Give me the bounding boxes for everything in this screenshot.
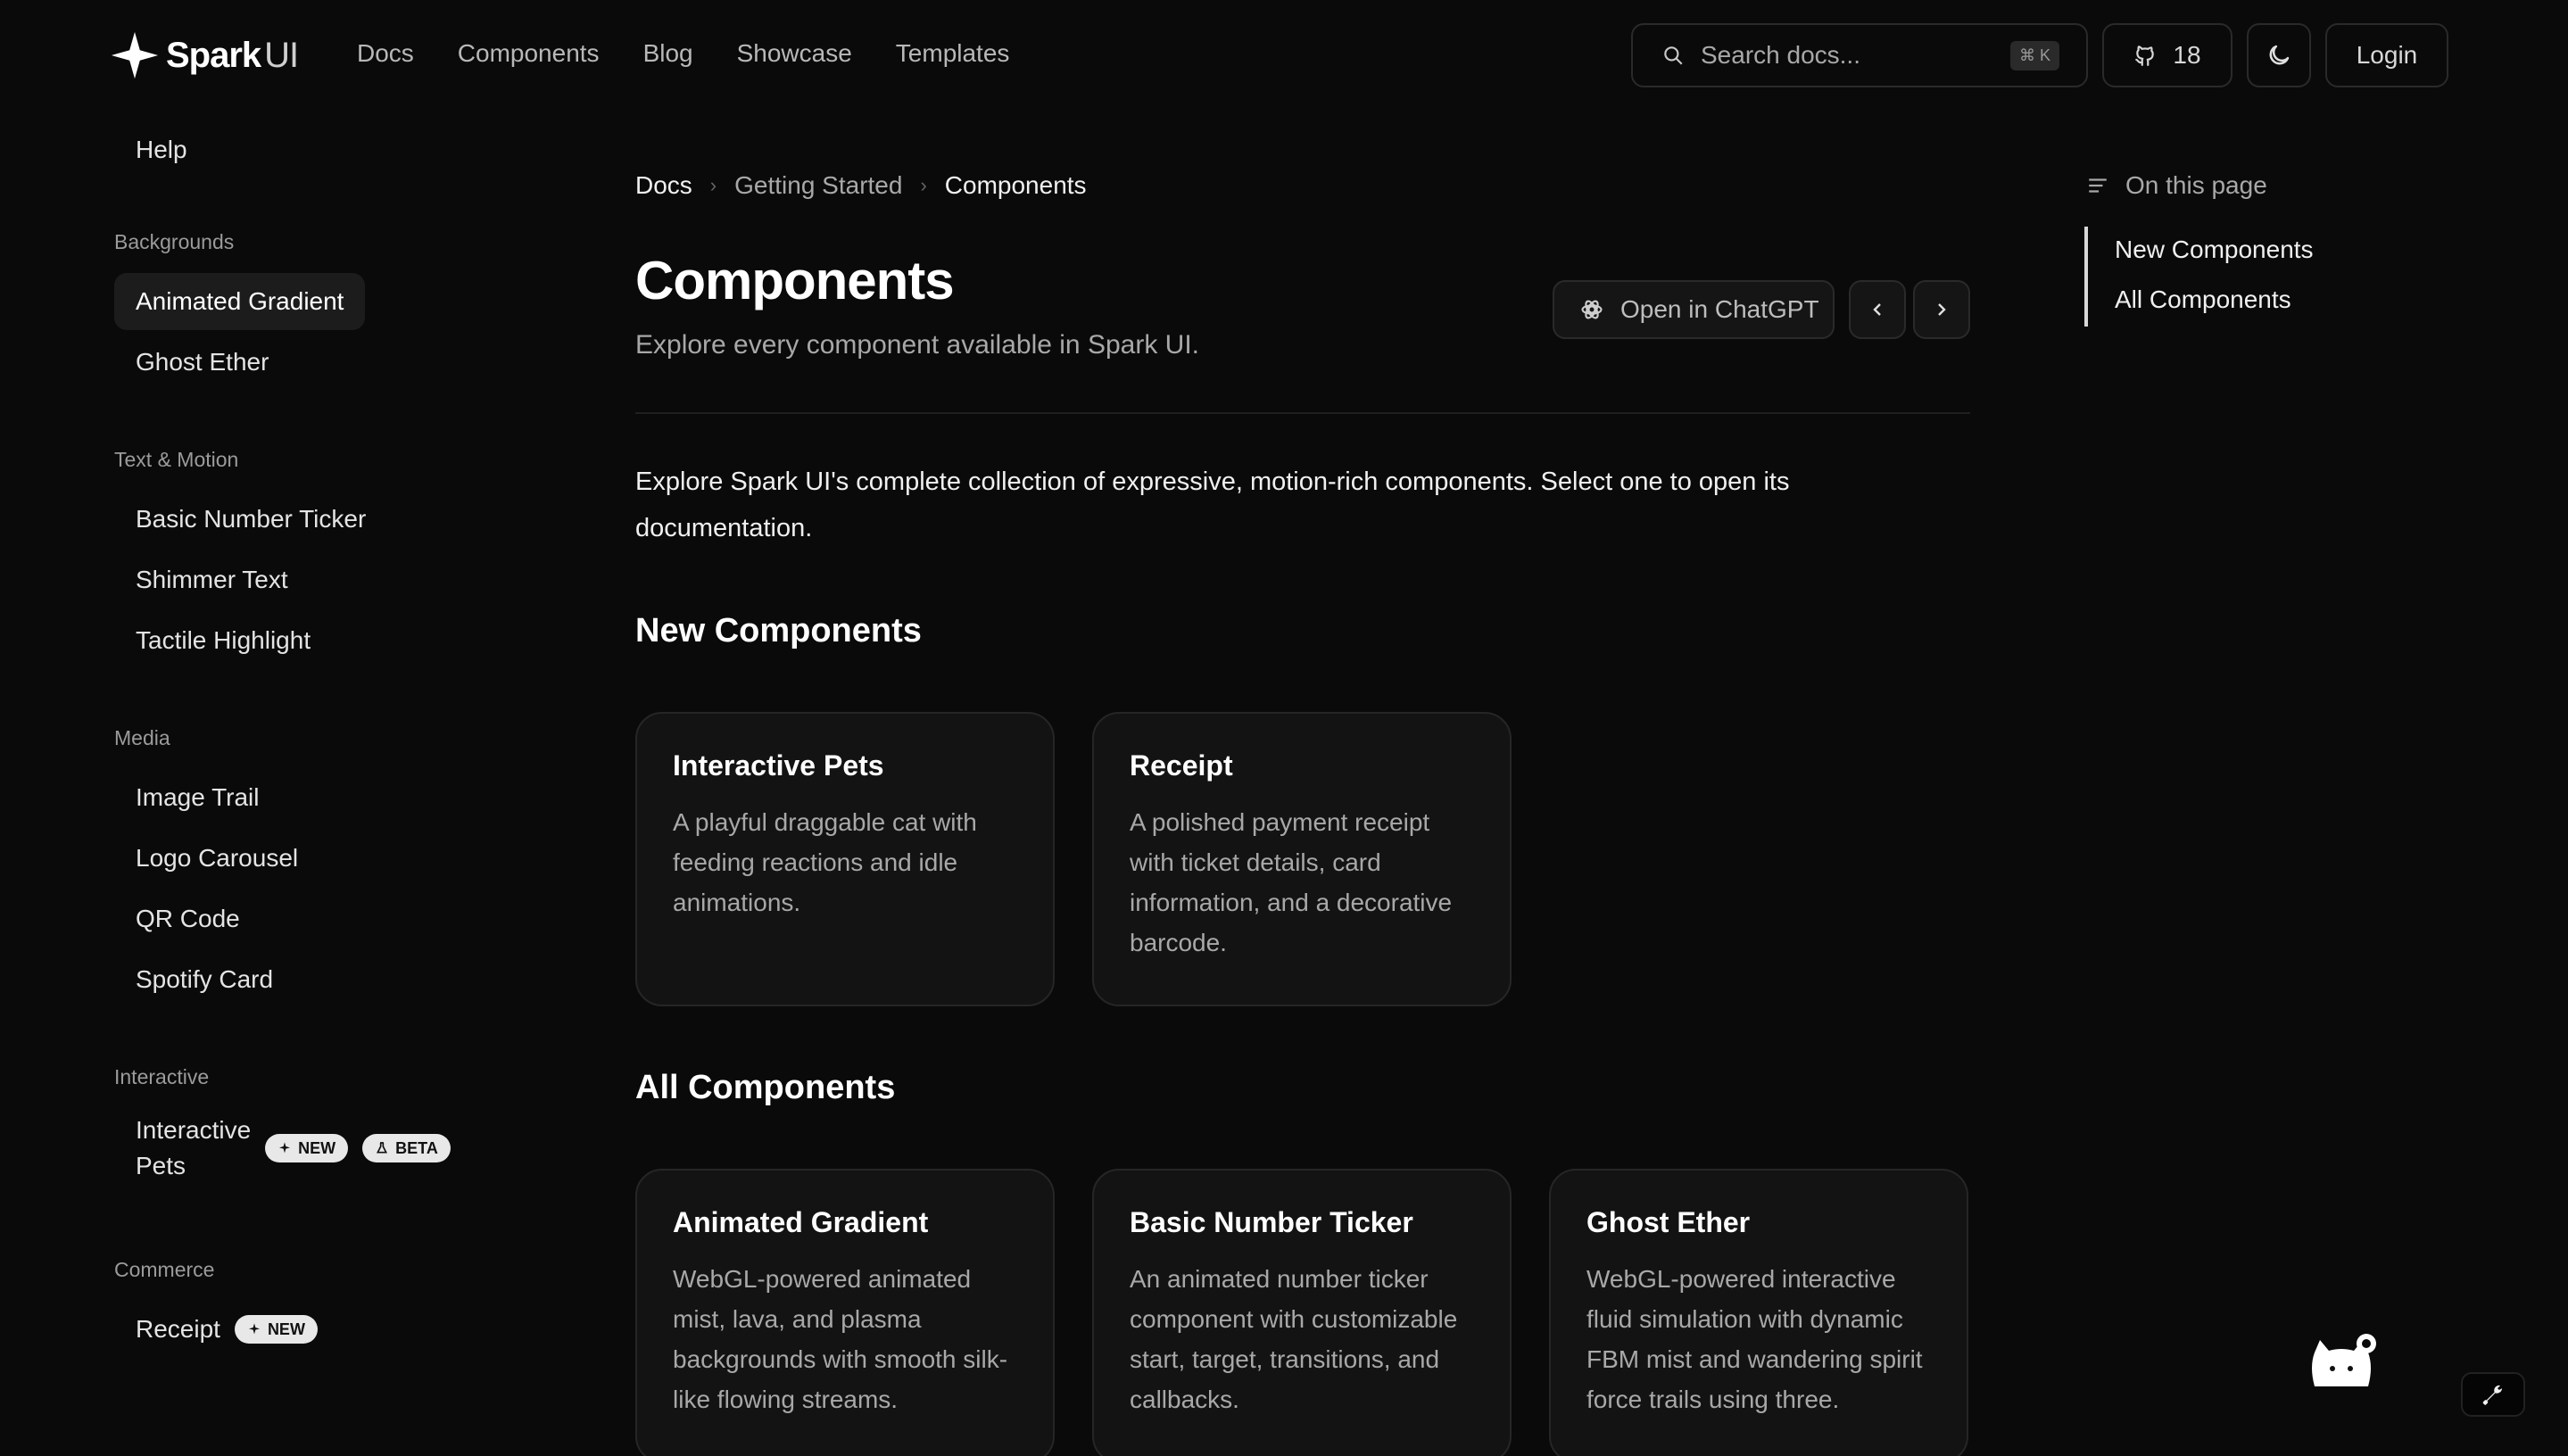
card-title: Interactive Pets (673, 749, 884, 782)
sidebar-item-tactile-highlight[interactable]: Tactile Highlight (114, 612, 332, 669)
sidebar-item-label: Receipt (136, 1315, 220, 1343)
nav-blog[interactable]: Blog (643, 39, 693, 68)
component-card-animated-gradient[interactable]: Animated Gradient WebGL-powered animated… (635, 1169, 1055, 1456)
page: Spark UI Docs Components Blog Showcase Te… (0, 0, 2568, 1456)
card-description: A playful draggable cat with feeding rea… (673, 808, 977, 916)
sidebar-item-help[interactable]: Help (114, 121, 209, 178)
page-subtitle: Explore every component available in Spa… (635, 330, 1199, 360)
main-nav: Docs Components Blog Showcase Templates (357, 39, 1009, 68)
divider (635, 412, 1970, 414)
sidebar-item-shimmer-text[interactable]: Shimmer Text (114, 551, 310, 608)
sidebar-item-animated-gradient[interactable]: Animated Gradient (114, 273, 366, 330)
chevron-right-icon (1938, 303, 1946, 316)
top-header: Spark UI Docs Components Blog Showcase Te… (0, 0, 2568, 111)
sidebar-item-qr-code[interactable]: QR Code (114, 890, 261, 947)
open-in-chatgpt-button[interactable]: Open in ChatGPT (1553, 280, 1835, 339)
toc-active-indicator (2084, 227, 2088, 327)
spark-logo-icon (111, 31, 159, 79)
toc-item-all-components[interactable]: All Components (2115, 285, 2291, 314)
component-card-basic-number-ticker[interactable]: Basic Number Ticker An animated number t… (1092, 1169, 1512, 1456)
toc-item-new-components[interactable]: New Components (2115, 236, 2314, 264)
moon-icon (2269, 45, 2290, 65)
wrench-icon (2482, 1385, 2502, 1405)
sidebar-item-ghost-ether[interactable]: Ghost Ether (114, 334, 290, 391)
new-badge: NEW (234, 1315, 318, 1344)
sidebar-group-interactive: Interactive (114, 1065, 210, 1088)
component-card-ghost-ether[interactable]: Ghost Ether WebGL-powered interactive fl… (1549, 1169, 1968, 1456)
toc-heading: On this page (2086, 171, 2267, 200)
sidebar-item-label: Interactive Pets (136, 1116, 252, 1179)
github-icon (2135, 46, 2155, 66)
new-components-heading: New Components (635, 612, 922, 649)
sidebar-item-receipt[interactable]: Receipt NEW (114, 1301, 339, 1358)
github-button[interactable]: 18 (2102, 23, 2233, 87)
github-stars: 18 (2173, 41, 2201, 69)
all-components-heading: All Components (635, 1069, 896, 1106)
breadcrumb: Docs › Getting Started › Components (635, 171, 1087, 200)
theme-toggle-button[interactable] (2247, 23, 2311, 87)
nav-templates[interactable]: Templates (896, 39, 1010, 68)
search-placeholder: Search docs... (1701, 41, 1860, 69)
new-badge: NEW (265, 1134, 349, 1162)
open-in-chatgpt-label: Open in ChatGPT (1620, 295, 1819, 323)
breadcrumb-docs[interactable]: Docs (635, 171, 692, 200)
chevron-right-icon: › (920, 174, 927, 196)
tool-button[interactable] (2461, 1372, 2525, 1417)
flask-icon (377, 1142, 388, 1154)
logo-text: Spark UI (166, 35, 299, 75)
logo[interactable]: Spark UI (109, 25, 299, 86)
sidebar-group-media: Media (114, 726, 170, 749)
card-title: Animated Gradient (673, 1206, 929, 1238)
card-description: An animated number ticker component with… (1130, 1265, 1458, 1413)
previous-page-button[interactable] (1849, 280, 1906, 339)
search-icon (1664, 46, 1683, 65)
sidebar: Help Backgrounds Animated Gradient Ghost… (0, 111, 553, 1456)
cat-icon[interactable] (2306, 1331, 2377, 1394)
sidebar-item-spotify-card[interactable]: Spotify Card (114, 951, 294, 1008)
sidebar-item-image-trail[interactable]: Image Trail (114, 769, 281, 826)
login-button[interactable]: Login (2325, 23, 2448, 87)
sidebar-item-logo-carousel[interactable]: Logo Carousel (114, 830, 319, 887)
sidebar-group-commerce: Commerce (114, 1258, 215, 1281)
search-shortcut: ⌘ K (2009, 41, 2059, 70)
next-page-button[interactable] (1913, 280, 1970, 339)
breadcrumb-getting-started[interactable]: Getting Started (734, 171, 902, 200)
beta-badge: BETA (362, 1134, 451, 1162)
card-description: WebGL-powered interactive fluid simulati… (1586, 1265, 1923, 1413)
card-title: Ghost Ether (1586, 1206, 1751, 1238)
sidebar-item-interactive-pets[interactable]: Interactive Pets NEW BETA (114, 1108, 472, 1188)
sidebar-item-basic-number-ticker[interactable]: Basic Number Ticker (114, 491, 387, 548)
page-title: Components (635, 251, 955, 310)
sidebar-group-backgrounds: Backgrounds (114, 230, 235, 253)
component-card-interactive-pets[interactable]: Interactive Pets A playful draggable cat… (635, 712, 1055, 1006)
breadcrumb-components: Components (944, 171, 1087, 199)
chevron-left-icon (1873, 303, 1881, 316)
card-description: A polished payment receipt with ticket d… (1130, 808, 1453, 956)
menu-lines-icon (2089, 178, 2107, 193)
card-title: Receipt (1130, 749, 1233, 782)
search-input[interactable]: Search docs... ⌘ K (1631, 23, 2088, 87)
nav-components[interactable]: Components (458, 39, 600, 68)
openai-icon (1581, 300, 1603, 319)
card-title: Basic Number Ticker (1130, 1206, 1413, 1238)
nav-docs[interactable]: Docs (357, 39, 414, 68)
sparkle-icon (279, 1142, 291, 1154)
chevron-right-icon: › (709, 174, 717, 196)
component-card-receipt[interactable]: Receipt A polished payment receipt with … (1092, 712, 1512, 1006)
sparkle-icon (248, 1323, 260, 1335)
card-description: WebGL-powered animated mist, lava, and p… (673, 1265, 1008, 1413)
nav-showcase[interactable]: Showcase (737, 39, 852, 68)
sidebar-group-text-motion: Text & Motion (114, 448, 239, 471)
intro-paragraph: Explore Spark UI's complete collection o… (635, 467, 1790, 542)
